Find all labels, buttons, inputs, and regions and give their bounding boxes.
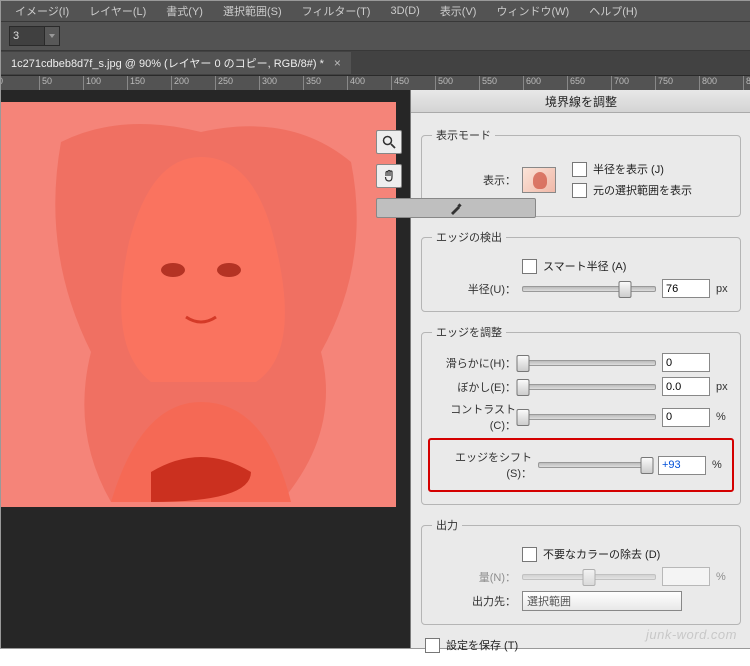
contrast-unit: % [716,411,730,423]
menu-image[interactable]: イメージ(I) [7,1,77,21]
menu-type[interactable]: 書式(Y) [158,1,211,21]
decontaminate-checkbox[interactable] [522,547,537,562]
radius-field[interactable] [662,279,710,298]
adjust-edge-group: エッジを調整 滑らかに(H)： ぼかし(E)： px コントラスト(C)： [421,324,741,505]
panel-tools [376,130,402,218]
menu-filter[interactable]: フィルター(T) [294,1,379,21]
contrast-slider[interactable] [522,414,656,420]
radius-label: 半径(U)： [432,281,516,297]
shift-edge-slider[interactable] [538,462,652,468]
document-tab-bar: 1c271cdbeb8d7f_s.jpg @ 90% (レイヤー 0 のコピー,… [1,51,750,76]
output-to-label: 出力先： [432,593,516,609]
output-to-select[interactable]: 選択範囲 [522,591,682,611]
hand-tool[interactable] [376,164,402,188]
adjust-edge-legend: エッジを調整 [432,324,506,340]
menu-window[interactable]: ウィンドウ(W) [488,1,577,21]
smart-radius-label: スマート半径 (A) [543,258,626,274]
refine-brush-tool[interactable] [376,198,536,218]
brush-size-input[interactable] [9,26,60,46]
show-original-label: 元の選択範囲を表示 [593,182,692,198]
watermark: junk-word.com [646,627,737,642]
smooth-label: 滑らかに(H)： [432,355,516,371]
menu-view[interactable]: 表示(V) [432,1,485,21]
options-bar [1,21,750,51]
shift-edge-label: エッジをシフト (S)： [436,449,532,481]
contrast-label: コントラスト(C)： [432,401,516,433]
remember-settings-label: 設定を保存 (T) [446,637,518,653]
menu-help[interactable]: ヘルプ(H) [581,1,645,21]
show-label: 表示： [432,172,516,188]
refine-edge-panel: 境界線を調整 表示モード 表示： 半径を表示 (J) 元の選択範囲を表示 エッジ… [410,90,750,648]
shift-edge-unit: % [712,459,726,471]
radius-unit: px [716,283,730,295]
smooth-field[interactable] [662,353,710,372]
menu-bar: イメージ(I) レイヤー(L) 書式(Y) 選択範囲(S) フィルター(T) 3… [1,1,750,21]
smart-radius-checkbox[interactable] [522,259,537,274]
radius-slider[interactable] [522,286,656,292]
panel-title: 境界線を調整 [411,90,750,113]
menu-select[interactable]: 選択範囲(S) [215,1,290,21]
contrast-field[interactable] [662,408,710,427]
feather-slider[interactable] [522,384,656,390]
remember-settings-checkbox[interactable] [425,638,440,653]
zoom-tool[interactable] [376,130,402,154]
edge-detection-group: エッジの検出 スマート半径 (A) 半径(U)： px [421,229,741,312]
feather-field[interactable] [662,377,710,396]
amount-slider [522,574,656,580]
decontaminate-label: 不要なカラーの除去 (D) [543,546,660,562]
view-mode-thumbnail[interactable] [522,167,556,193]
smooth-slider[interactable] [522,360,656,366]
document-tab[interactable]: 1c271cdbeb8d7f_s.jpg @ 90% (レイヤー 0 のコピー,… [1,52,351,74]
view-mode-legend: 表示モード [432,127,495,143]
mask-overlay [1,102,396,507]
feather-label: ぼかし(E)： [432,379,516,395]
show-radius-checkbox[interactable] [572,162,587,177]
output-group: 出力 不要なカラーの除去 (D) 量(N)： % 出力先： 選択範囲 [421,517,741,625]
amount-label: 量(N)： [432,569,516,585]
output-legend: 出力 [432,517,462,533]
show-original-checkbox[interactable] [572,183,587,198]
menu-layer[interactable]: レイヤー(L) [81,1,154,21]
amount-field [662,567,710,586]
edge-detection-legend: エッジの検出 [432,229,506,245]
brush-size-dropdown[interactable] [45,26,60,46]
shift-edge-field[interactable] [658,456,706,475]
close-icon[interactable]: × [334,56,341,70]
document-canvas[interactable] [1,102,396,507]
amount-unit: % [716,571,730,583]
feather-unit: px [716,381,730,393]
brush-size-field[interactable] [9,26,45,46]
show-radius-label: 半径を表示 (J) [593,161,664,177]
menu-3d[interactable]: 3D(D) [382,3,427,19]
document-tab-title: 1c271cdbeb8d7f_s.jpg @ 90% (レイヤー 0 のコピー,… [11,55,324,71]
